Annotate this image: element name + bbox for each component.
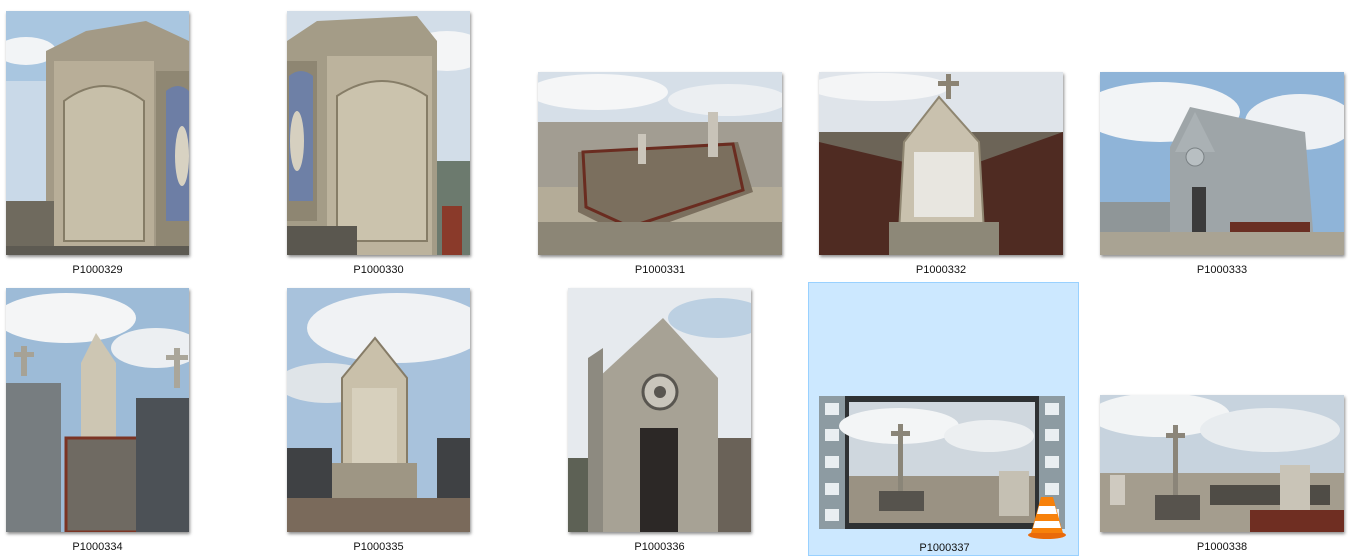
file-item[interactable]: P1000329	[0, 0, 281, 280]
file-name[interactable]: P1000337	[809, 542, 1080, 554]
photo-thumbnail[interactable]	[6, 288, 189, 532]
file-name[interactable]: P1000332	[813, 264, 1069, 276]
file-grid: P1000329 P1000330 P1000331 P1000332 P100…	[0, 0, 1348, 556]
file-name[interactable]: P1000336	[562, 541, 757, 553]
file-item[interactable]: P1000337	[808, 282, 1079, 556]
file-name[interactable]: P1000338	[1094, 541, 1348, 553]
photo-thumbnail[interactable]	[287, 288, 470, 532]
file-name[interactable]: P1000330	[281, 264, 476, 276]
file-item[interactable]: P1000330	[281, 0, 562, 280]
file-item[interactable]: P1000331	[532, 0, 788, 280]
photo-thumbnail[interactable]	[538, 72, 782, 255]
photo-thumbnail[interactable]	[1100, 395, 1344, 532]
vlc-cone-icon	[1027, 493, 1067, 539]
file-name[interactable]: P1000335	[281, 541, 476, 553]
file-item[interactable]: P1000334	[0, 280, 281, 556]
photo-thumbnail[interactable]	[568, 288, 751, 532]
file-item[interactable]: P1000332	[813, 0, 1069, 280]
file-item[interactable]: P1000333	[1094, 0, 1348, 280]
photo-thumbnail[interactable]	[287, 11, 470, 255]
file-name[interactable]: P1000329	[0, 264, 195, 276]
file-name[interactable]: P1000333	[1094, 264, 1348, 276]
file-item[interactable]: P1000335	[281, 280, 562, 556]
file-item[interactable]: P1000336	[562, 280, 762, 556]
file-name[interactable]: P1000331	[532, 264, 788, 276]
photo-thumbnail[interactable]	[1100, 72, 1344, 255]
file-item[interactable]: P1000338	[1094, 280, 1348, 556]
photo-thumbnail[interactable]	[819, 72, 1063, 255]
file-name[interactable]: P1000334	[0, 541, 195, 553]
photo-thumbnail[interactable]	[6, 11, 189, 255]
